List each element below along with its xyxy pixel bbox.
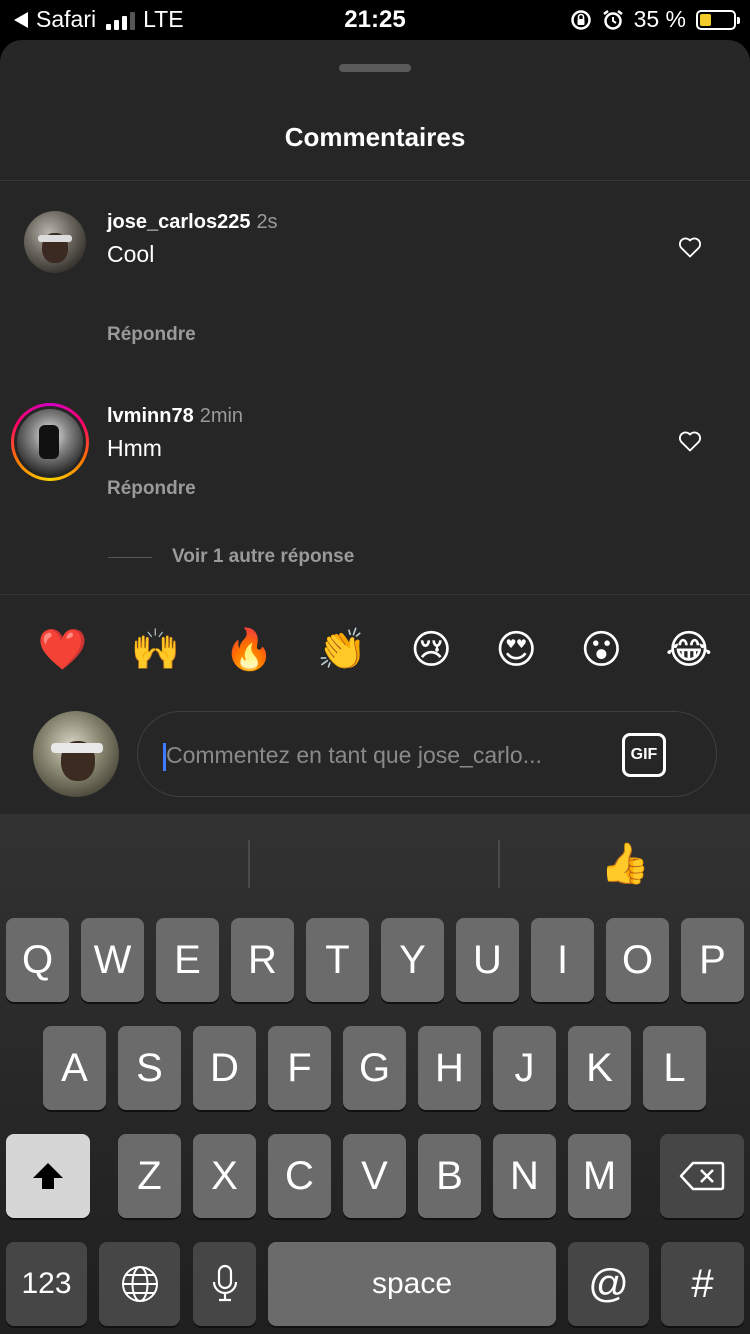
quick-emoji-bar: ❤️ 🙌 🔥 👏 😢 😍 😮 😂 <box>0 625 750 675</box>
status-bar: Safari LTE 21:25 35 % <box>0 0 750 40</box>
emoji-surprised-button[interactable]: 😮 <box>580 625 622 675</box>
emoji-fire-button[interactable]: 🔥 <box>224 625 274 675</box>
key-j[interactable]: J <box>493 1026 556 1110</box>
key-c[interactable]: C <box>268 1134 331 1218</box>
comment-input[interactable]: Commentez en tant que jose_carlo... GIF <box>137 711 717 797</box>
comment-item: lvminn78 2min Hmm Répondre <box>0 335 750 535</box>
key-t[interactable]: T <box>306 918 369 1002</box>
globe-icon <box>121 1266 158 1302</box>
backspace-icon <box>679 1161 725 1191</box>
emoji-crying-button[interactable]: 😢 <box>410 625 452 675</box>
battery-fill <box>700 13 712 26</box>
comment-list[interactable]: jose_carlos225 2s Cool Répondre lvminn78 2… <box>0 181 750 594</box>
view-more-replies[interactable]: Voir 1 autre réponse <box>108 546 354 568</box>
status-right: 35 % <box>570 6 740 33</box>
comment-time: 2s <box>256 211 278 233</box>
key-r[interactable]: R <box>231 918 294 1002</box>
like-heart-icon[interactable] <box>678 236 702 258</box>
comment-username[interactable]: lvminn78 2min <box>107 405 243 428</box>
comments-sheet: Commentaires jose_carlos225 2s Cool Répon… <box>0 40 750 814</box>
avatar[interactable] <box>17 409 83 475</box>
comment-time: 2min <box>199 405 244 427</box>
backspace-key[interactable] <box>660 1134 744 1218</box>
battery-icon <box>696 9 740 30</box>
suggestion-bar: 👍 <box>0 814 750 910</box>
reply-button[interactable]: Répondre <box>107 478 196 500</box>
text-cursor <box>163 743 166 771</box>
divider <box>248 840 250 888</box>
key-h[interactable]: H <box>418 1026 481 1110</box>
numbers-key[interactable]: 123 <box>6 1242 87 1326</box>
emoji-heart-eyes-button[interactable]: 😍 <box>495 625 537 675</box>
divider <box>0 594 750 595</box>
comment-text: Cool <box>107 241 155 267</box>
dictation-key[interactable] <box>193 1242 256 1326</box>
key-m[interactable]: M <box>568 1134 631 1218</box>
key-p[interactable]: P <box>681 918 744 1002</box>
comment-username[interactable]: jose_carlos225 2s <box>107 211 278 234</box>
globe-key[interactable] <box>99 1242 180 1326</box>
key-i[interactable]: I <box>531 918 594 1002</box>
emoji-clap-button[interactable]: 👏 <box>317 625 367 675</box>
key-q[interactable]: Q <box>6 918 69 1002</box>
gif-button[interactable]: GIF <box>622 733 666 777</box>
key-w[interactable]: W <box>81 918 144 1002</box>
avatar-story-ring[interactable] <box>11 403 89 481</box>
battery-percent: 35 % <box>633 6 686 32</box>
comment-text: Hmm <box>107 435 162 461</box>
divider <box>108 556 152 558</box>
like-heart-icon[interactable] <box>678 430 702 452</box>
key-u[interactable]: U <box>456 918 519 1002</box>
keyboard: 👍 Q W E R T Y U I O P A S D F G H J K L … <box>0 814 750 1334</box>
key-e[interactable]: E <box>156 918 219 1002</box>
comment-item: lvminn782min <box>0 571 750 594</box>
comment-placeholder: Commentez en tant que jose_carlo... <box>166 742 542 768</box>
shift-key[interactable] <box>6 1134 90 1218</box>
key-n[interactable]: N <box>493 1134 556 1218</box>
microphone-icon <box>212 1264 237 1302</box>
suggestion-thumbs-up[interactable]: 👍 <box>600 840 650 887</box>
view-more-label[interactable]: Voir 1 autre réponse <box>172 546 354 568</box>
avatar[interactable] <box>24 211 86 273</box>
my-avatar <box>33 711 119 797</box>
key-a[interactable]: A <box>43 1026 106 1110</box>
divider <box>498 840 500 888</box>
emoji-raised-hands-button[interactable]: 🙌 <box>131 625 181 675</box>
sheet-grabber[interactable] <box>339 64 411 72</box>
key-d[interactable]: D <box>193 1026 256 1110</box>
hash-key[interactable]: # <box>661 1242 744 1326</box>
key-k[interactable]: K <box>568 1026 631 1110</box>
emoji-heart-button[interactable]: ❤️ <box>38 625 88 675</box>
at-key[interactable]: @ <box>568 1242 649 1326</box>
key-v[interactable]: V <box>343 1134 406 1218</box>
key-o[interactable]: O <box>606 918 669 1002</box>
emoji-laughing-button[interactable]: 😂 <box>666 625 713 675</box>
alarm-icon <box>602 9 623 30</box>
shift-arrow-icon <box>33 1163 63 1189</box>
key-f[interactable]: F <box>268 1026 331 1110</box>
comment-composer: Commentez en tant que jose_carlo... GIF <box>0 710 750 800</box>
key-x[interactable]: X <box>193 1134 256 1218</box>
key-g[interactable]: G <box>343 1026 406 1110</box>
key-y[interactable]: Y <box>381 918 444 1002</box>
comment-item: jose_carlos225 2s Cool Répondre <box>0 181 750 345</box>
sheet-title: Commentaires <box>284 122 466 152</box>
username-text[interactable]: lvminn78 <box>107 405 194 427</box>
rotation-lock-icon <box>570 9 591 30</box>
key-z[interactable]: Z <box>118 1134 181 1218</box>
key-s[interactable]: S <box>118 1026 181 1110</box>
space-key[interactable]: space <box>268 1242 556 1326</box>
username-text[interactable]: jose_carlos225 <box>107 211 250 233</box>
key-b[interactable]: B <box>418 1134 481 1218</box>
key-l[interactable]: L <box>643 1026 706 1110</box>
